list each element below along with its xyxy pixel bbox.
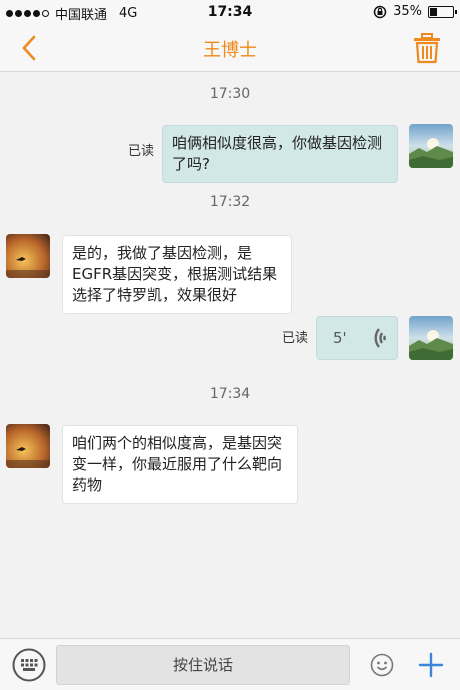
page-title: 王博士	[203, 40, 257, 61]
voice-duration: 5'	[333, 329, 347, 347]
read-receipt: 已读	[128, 144, 155, 159]
keyboard-icon	[12, 648, 46, 682]
message-timestamp: 17:34	[209, 386, 251, 402]
status-right: 35%	[373, 4, 457, 19]
plus-icon	[418, 652, 444, 678]
keyboard-toggle-button[interactable]	[12, 648, 46, 682]
input-bar: 按住说话	[0, 638, 460, 690]
my-avatar[interactable]	[409, 316, 453, 360]
chat-area[interactable]: 17:30 已读 咱俩相似度很高，你做基因检测了吗? 17:32 是的，我做了基…	[0, 72, 460, 638]
voice-wave-icon	[374, 328, 387, 348]
emoji-button[interactable]	[370, 653, 394, 677]
nav-bar: 王博士	[0, 24, 460, 72]
emoji-icon	[370, 653, 394, 677]
battery-percent: 35%	[393, 4, 422, 19]
received-message-bubble[interactable]: 咱们两个的相似度高，是基因突变一样，你最近服用了什么靶向药物	[62, 425, 298, 504]
read-receipt: 已读	[282, 331, 309, 346]
battery-icon	[428, 5, 457, 18]
message-timestamp: 17:32	[209, 194, 251, 210]
received-message-bubble[interactable]: 是的，我做了基因检测，是EGFR基因突变，根据测试结果选择了特罗凯，效果很好	[62, 235, 292, 314]
contact-avatar[interactable]	[6, 234, 50, 278]
status-bar: 中国联通 4G 17:34 35%	[0, 0, 460, 24]
my-avatar[interactable]	[409, 124, 453, 168]
more-options-button[interactable]	[418, 651, 444, 679]
trash-icon	[414, 33, 440, 64]
message-timestamp: 17:30	[209, 86, 251, 102]
sent-message-bubble[interactable]: 咱俩相似度很高，你做基因检测了吗?	[162, 125, 398, 183]
voice-message-bubble[interactable]: 5'	[316, 316, 398, 360]
hold-to-talk-button[interactable]: 按住说话	[56, 645, 350, 685]
contact-avatar[interactable]	[6, 424, 50, 468]
rotation-lock-icon	[373, 5, 387, 18]
delete-button[interactable]	[412, 32, 442, 64]
